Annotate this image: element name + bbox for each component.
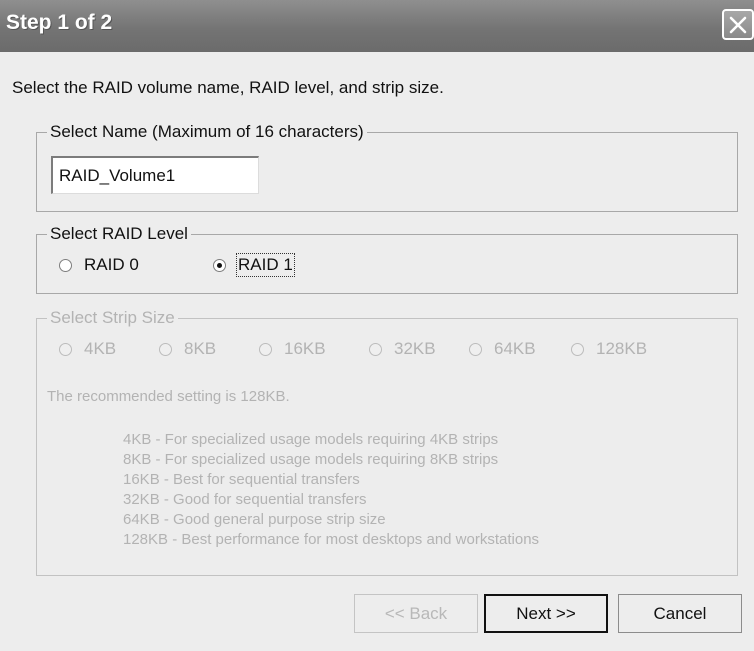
name-group: Select Name (Maximum of 16 characters) xyxy=(36,122,738,212)
back-button[interactable]: << Back xyxy=(354,594,478,633)
strip-size-group: Select Strip Size 4KB 8KB 16KB 32KB 64KB… xyxy=(36,308,738,576)
strip-4kb-radio[interactable]: 4KB xyxy=(59,339,116,359)
strip-option-label: 8KB xyxy=(184,339,217,358)
raid-1-radio[interactable]: RAID 1 xyxy=(213,253,295,277)
strip-description: 128KB - Best performance for most deskto… xyxy=(123,531,540,548)
strip-option-label: 16KB xyxy=(284,339,326,358)
radio-button-icon xyxy=(369,342,382,356)
strip-description: 32KB - Good for sequential transfers xyxy=(123,491,367,508)
raid-0-label: RAID 0 xyxy=(84,255,139,274)
strip-description: 4KB - For specialized usage models requi… xyxy=(123,431,499,448)
strip-8kb-radio[interactable]: 8KB xyxy=(159,339,216,359)
strip-description: 8KB - For specialized usage models requi… xyxy=(123,451,499,468)
radio-button-icon xyxy=(159,342,172,356)
name-group-legend: Select Name (Maximum of 16 characters) xyxy=(47,122,367,142)
strip-description: 64KB - Good general purpose strip size xyxy=(123,511,386,528)
strip-option-label: 32KB xyxy=(394,339,436,358)
raid-level-group: Select RAID Level RAID 0 RAID 1 xyxy=(36,224,738,294)
radio-button-icon xyxy=(59,342,72,356)
volume-name-input[interactable] xyxy=(51,156,259,194)
strip-option-label: 4KB xyxy=(84,339,117,358)
window-title: Step 1 of 2 xyxy=(6,11,113,34)
radio-button-selected-icon xyxy=(213,258,226,272)
raid-0-radio[interactable]: RAID 0 xyxy=(59,255,139,275)
instruction-text: Select the RAID volume name, RAID level,… xyxy=(12,78,444,97)
radio-button-icon xyxy=(259,342,272,356)
raid-1-label: RAID 1 xyxy=(236,253,295,277)
strip-description: 16KB - Best for sequential transfers xyxy=(123,471,360,488)
strip-size-descriptions: 4KB - For specialized usage models requi… xyxy=(123,430,539,550)
strip-32kb-radio[interactable]: 32KB xyxy=(369,339,436,359)
close-icon xyxy=(729,16,747,34)
strip-16kb-radio[interactable]: 16KB xyxy=(259,339,326,359)
strip-64kb-radio[interactable]: 64KB xyxy=(469,339,536,359)
radio-button-icon xyxy=(469,342,482,356)
raid-level-legend: Select RAID Level xyxy=(47,224,191,244)
close-button[interactable] xyxy=(722,9,754,40)
radio-button-icon xyxy=(571,342,584,356)
title-bar: Step 1 of 2 xyxy=(0,0,754,52)
radio-button-icon xyxy=(59,258,72,272)
next-button[interactable]: Next >> xyxy=(484,594,608,633)
recommended-setting-text: The recommended setting is 128KB. xyxy=(47,388,290,405)
strip-size-legend: Select Strip Size xyxy=(47,308,178,328)
dialog-window: Step 1 of 2 Select the RAID volume name,… xyxy=(0,0,754,651)
strip-option-label: 64KB xyxy=(494,339,536,358)
strip-128kb-radio[interactable]: 128KB xyxy=(571,339,647,359)
strip-option-label: 128KB xyxy=(596,339,648,358)
cancel-button[interactable]: Cancel xyxy=(618,594,742,633)
